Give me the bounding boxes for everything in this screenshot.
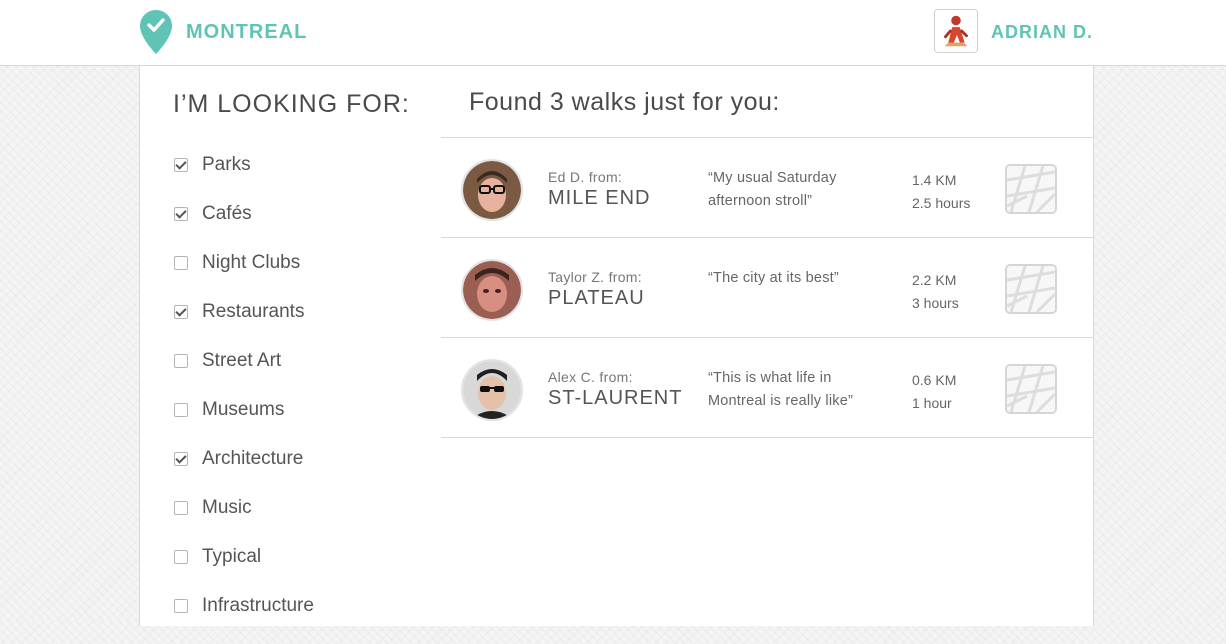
map-thumbnail-icon[interactable] xyxy=(1005,264,1057,314)
filter-checkbox[interactable] xyxy=(174,158,188,172)
results-panel: Found 3 walks just for you: Ed D. from: M… xyxy=(441,66,1094,626)
filter-label: Museums xyxy=(202,399,285,420)
filter-option[interactable]: Infrastructure xyxy=(174,595,314,644)
filter-option[interactable]: Cafés xyxy=(174,203,314,252)
walk-quote: “This is what life in Montreal is really… xyxy=(708,370,854,409)
top-bar: MONTREAL ADRIAN D. xyxy=(0,0,1226,66)
filter-label: Typical xyxy=(202,546,262,567)
user-avatar-icon[interactable] xyxy=(934,9,978,53)
walker-avatar xyxy=(461,359,523,421)
filter-option[interactable]: Parks xyxy=(174,154,314,203)
walk-duration: 3 hours xyxy=(912,295,959,311)
map-thumbnail-icon[interactable] xyxy=(1005,364,1057,414)
filter-label: Music xyxy=(202,497,252,518)
walk-distance: 0.6 KM xyxy=(912,372,957,388)
filter-list: Parks Cafés Night Clubs Restaurants Street A… xyxy=(174,154,314,644)
filter-label: Night Clubs xyxy=(202,252,301,273)
filter-option[interactable]: Street Art xyxy=(174,350,314,399)
results-heading: Found 3 walks just for you: xyxy=(441,66,1093,138)
filter-checkbox[interactable] xyxy=(174,305,188,319)
walk-neighborhood: ST-LAURENT xyxy=(548,387,683,409)
walk-stats: 2.2 KM 3 hours xyxy=(912,269,959,315)
filter-option[interactable]: Museums xyxy=(174,399,314,448)
filter-checkbox[interactable] xyxy=(174,256,188,270)
walker-name: Taylor Z. from: xyxy=(548,269,642,285)
filter-option[interactable]: Music xyxy=(174,497,314,546)
filter-label: Parks xyxy=(202,154,251,175)
walker-avatar xyxy=(461,259,523,321)
walk-row[interactable]: Ed D. from: MILE END “My usual Saturday af… xyxy=(441,138,1093,238)
filter-label: Infrastructure xyxy=(202,595,314,616)
filter-option[interactable]: Night Clubs xyxy=(174,252,314,301)
walk-stats: 1.4 KM 2.5 hours xyxy=(912,169,970,215)
walker-name: Ed D. from: xyxy=(548,169,623,185)
walk-neighborhood: PLATEAU xyxy=(548,287,645,309)
filter-checkbox[interactable] xyxy=(174,207,188,221)
walk-quote: “The city at its best” xyxy=(708,270,839,286)
walk-stats: 0.6 KM 1 hour xyxy=(912,369,956,415)
filter-sidebar: I’M LOOKING FOR: Parks Cafés Night Clubs Re… xyxy=(139,66,442,626)
filter-option[interactable]: Restaurants xyxy=(174,301,314,350)
map-pin-icon[interactable] xyxy=(139,9,173,55)
filter-checkbox[interactable] xyxy=(174,354,188,368)
walk-distance: 2.2 KM xyxy=(912,272,957,288)
map-thumbnail-icon[interactable] xyxy=(1005,164,1057,214)
filter-checkbox[interactable] xyxy=(174,403,188,417)
walk-neighborhood: MILE END xyxy=(548,187,651,209)
walker-name: Alex C. from: xyxy=(548,369,633,385)
filter-label: Street Art xyxy=(202,350,282,371)
filter-option[interactable]: Typical xyxy=(174,546,314,595)
filter-checkbox[interactable] xyxy=(174,550,188,564)
filter-label: Restaurants xyxy=(202,301,305,322)
user-name[interactable]: ADRIAN D. xyxy=(991,22,1093,43)
filter-label: Cafés xyxy=(202,203,252,224)
sidebar-title: I’M LOOKING FOR: xyxy=(173,90,410,118)
walk-quote: “My usual Saturday afternoon stroll” xyxy=(708,170,837,209)
walk-row[interactable]: Alex C. from: ST-LAURENT “This is what lif… xyxy=(441,338,1093,438)
walker-avatar xyxy=(461,159,523,221)
walk-row[interactable]: Taylor Z. from: PLATEAU “The city at its b… xyxy=(441,238,1093,338)
city-name[interactable]: MONTREAL xyxy=(186,21,307,44)
walk-distance: 1.4 KM xyxy=(912,172,957,188)
walk-list: Ed D. from: MILE END “My usual Saturday af… xyxy=(441,138,1093,438)
filter-option[interactable]: Architecture xyxy=(174,448,314,497)
filter-checkbox[interactable] xyxy=(174,452,188,466)
walk-duration: 2.5 hours xyxy=(912,195,971,211)
filter-checkbox[interactable] xyxy=(174,599,188,613)
walk-duration: 1 hour xyxy=(912,395,952,411)
filter-label: Architecture xyxy=(202,448,304,469)
filter-checkbox[interactable] xyxy=(174,501,188,515)
